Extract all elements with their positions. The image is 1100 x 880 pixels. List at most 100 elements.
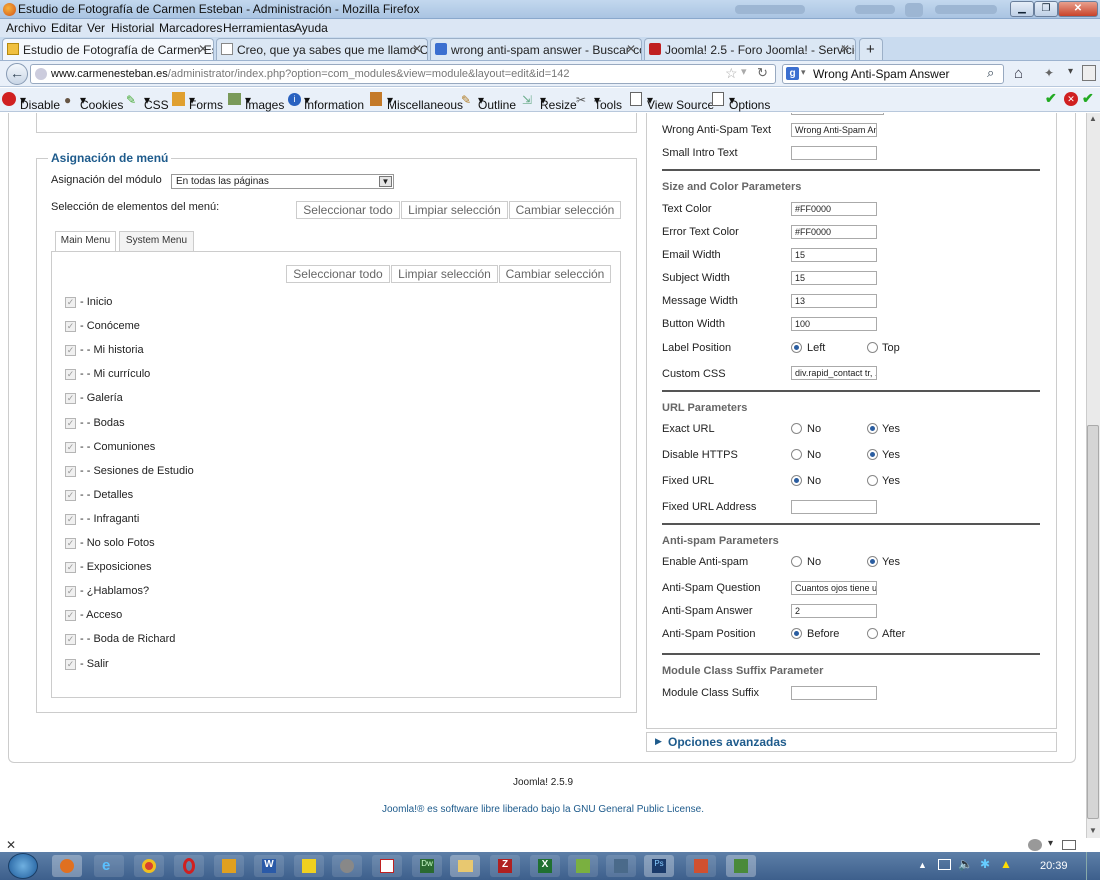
taskbar-app[interactable] [332, 855, 362, 877]
wd-resize[interactable]: Resize ▾ [540, 93, 577, 112]
taskbar-app[interactable] [568, 855, 598, 877]
module-assignment-select[interactable]: En todas las páginas ▼ [171, 174, 394, 189]
clear-selection-button[interactable]: Limpiar selección [391, 265, 498, 283]
taskbar-pdf[interactable] [372, 855, 402, 877]
menu-item-checkbox[interactable]: ✓ [65, 393, 76, 405]
taskbar-media[interactable] [214, 855, 244, 877]
menu-item-checkbox[interactable]: ✓ [65, 297, 76, 308]
taskbar-firefox[interactable] [52, 855, 82, 877]
menu-item-checkbox[interactable]: ✓ [65, 562, 76, 574]
wd-options[interactable]: Options ▾ [729, 93, 770, 112]
window-icon[interactable] [1082, 65, 1096, 81]
wrong-text-input[interactable]: Wrong Anti-Spam An [791, 123, 877, 137]
window-icon[interactable] [1062, 840, 1076, 850]
scrollbar-thumb[interactable] [1087, 425, 1099, 819]
dropdown-arrow-icon[interactable]: ▾ [1048, 838, 1053, 849]
network-icon[interactable] [938, 859, 951, 870]
search-icon[interactable]: ⌕ [987, 65, 994, 81]
previous-input[interactable] [791, 113, 884, 115]
wd-css[interactable]: CSS ▾ [144, 93, 169, 112]
label-position-left-radio[interactable] [791, 342, 802, 353]
back-arrow-icon[interactable]: ← [6, 63, 28, 85]
gpl-link[interactable]: GNU General Public License [573, 804, 701, 815]
button-width-input[interactable]: 100 [791, 317, 877, 331]
menu-item-checkbox[interactable]: ✓ [65, 345, 76, 357]
disable-https-no-radio[interactable] [791, 449, 802, 460]
menu-item-checkbox[interactable]: ✓ [65, 658, 76, 670]
menu-archivo[interactable]: Archivo [6, 21, 46, 35]
url-bar[interactable]: www.carmenesteban.es/administrator/index… [30, 64, 776, 84]
menu-item-checkbox[interactable]: ✓ [65, 441, 76, 453]
taskbar-app[interactable] [606, 855, 636, 877]
wd-outline[interactable]: Outline ▾ [478, 93, 516, 112]
menu-historial[interactable]: Historial [111, 21, 154, 35]
engine-dropdown-icon[interactable]: ▾ [801, 67, 806, 78]
validation-error-icon[interactable]: ✕ [1064, 92, 1078, 106]
taskbar-explorer[interactable] [450, 855, 480, 877]
google-engine-icon[interactable]: g [786, 67, 799, 80]
wd-miscellaneous[interactable]: Miscellaneous ▾ [387, 93, 463, 112]
show-hidden-icons[interactable]: ▲ [918, 860, 927, 870]
menu-herramientas[interactable]: Herramientas [223, 21, 295, 35]
wd-forms[interactable]: Forms ▾ [189, 93, 223, 112]
taskbar-app[interactable] [686, 855, 716, 877]
fixed-url-address-input[interactable] [791, 500, 877, 514]
email-width-input[interactable]: 15 [791, 248, 877, 262]
taskbar-app[interactable] [726, 855, 756, 877]
menu-marcadores[interactable]: Marcadores [159, 21, 222, 35]
select-all-button[interactable]: Seleccionar todo [286, 265, 390, 283]
taskbar-ie[interactable]: e [94, 855, 124, 877]
taskbar-photoshop[interactable]: Ps [644, 855, 674, 877]
close-findbar-icon[interactable]: ✕ [6, 838, 16, 852]
antispam-question-input[interactable]: Cuantos ojos tiene u [791, 581, 877, 595]
start-button[interactable] [8, 853, 38, 879]
exact-url-yes-radio[interactable] [867, 423, 878, 434]
text-color-input[interactable]: #FF0000 [791, 202, 877, 216]
advanced-options-toggle[interactable]: ▶ Opciones avanzadas [646, 732, 1057, 752]
taskbar-opera[interactable] [174, 855, 204, 877]
menu-item-checkbox[interactable]: ✓ [65, 417, 76, 429]
site-identity-icon[interactable] [35, 68, 47, 80]
menu-item-checkbox[interactable]: ✓ [65, 538, 76, 549]
subject-width-input[interactable]: 15 [791, 271, 877, 285]
toggle-selection-button[interactable]: Cambiar selección [509, 201, 621, 219]
select-all-button[interactable]: Seleccionar todo [296, 201, 400, 219]
menu-item-checkbox[interactable]: ✓ [65, 634, 76, 646]
wd-information[interactable]: Information ▾ [304, 93, 364, 112]
wd-view-source[interactable]: View Source ▾ [647, 93, 714, 112]
maximize-button[interactable]: ❐ [1034, 1, 1058, 17]
close-tab-icon[interactable]: ✕ [626, 42, 636, 56]
close-window-button[interactable]: ✕ [1058, 1, 1098, 17]
dropdown-arrow-icon[interactable]: ▾ [1068, 66, 1073, 77]
fixed-url-yes-radio[interactable] [867, 475, 878, 486]
enable-antispam-yes-radio[interactable] [867, 556, 878, 567]
disable-https-yes-radio[interactable] [867, 449, 878, 460]
browser-tab[interactable]: Joomla! 2.5 - Foro Joomla! - Servicios .… [644, 38, 856, 60]
menu-ver[interactable]: Ver [87, 21, 105, 35]
browser-tab[interactable]: Creo, que ya sabes que me llamo Car... ✕ [216, 38, 428, 60]
fixed-url-no-radio[interactable] [791, 475, 802, 486]
menu-item-checkbox[interactable]: ✓ [65, 586, 76, 598]
browser-tab-active[interactable]: Estudio de Fotografía de Carmen Este... … [2, 38, 214, 60]
taskbar-dreamweaver[interactable]: Dw [412, 855, 442, 877]
wd-images[interactable]: Images ▾ [245, 93, 284, 112]
minimize-button[interactable]: ▁ [1010, 1, 1034, 17]
validation-ok-icon[interactable]: ✔ [1082, 90, 1094, 107]
scroll-down-icon[interactable]: ▼ [1089, 826, 1097, 835]
close-tab-icon[interactable]: ✕ [412, 42, 422, 56]
taskbar-excel[interactable]: X [530, 855, 560, 877]
taskbar-app[interactable] [294, 855, 324, 877]
tray-icon[interactable]: ✱ [980, 857, 990, 871]
menu-ayuda[interactable]: Ayuda [294, 21, 328, 35]
bookmark-star-icon[interactable]: ☆ [725, 65, 738, 82]
scroll-up-icon[interactable]: ▲ [1089, 114, 1097, 123]
small-intro-input[interactable] [791, 146, 877, 160]
menu-item-checkbox[interactable]: ✓ [65, 513, 76, 525]
custom-css-input[interactable]: div.rapid_contact tr, . [791, 366, 877, 380]
menu-item-checkbox[interactable]: ✓ [65, 610, 76, 622]
antispam-position-after-radio[interactable] [867, 628, 878, 639]
wd-cookies[interactable]: Cookies ▾ [80, 93, 123, 112]
home-icon[interactable]: ⌂ [1014, 65, 1023, 82]
browser-tab[interactable]: wrong anti-spam answer - Buscar co... ✕ [430, 38, 642, 60]
message-width-input[interactable]: 13 [791, 294, 877, 308]
